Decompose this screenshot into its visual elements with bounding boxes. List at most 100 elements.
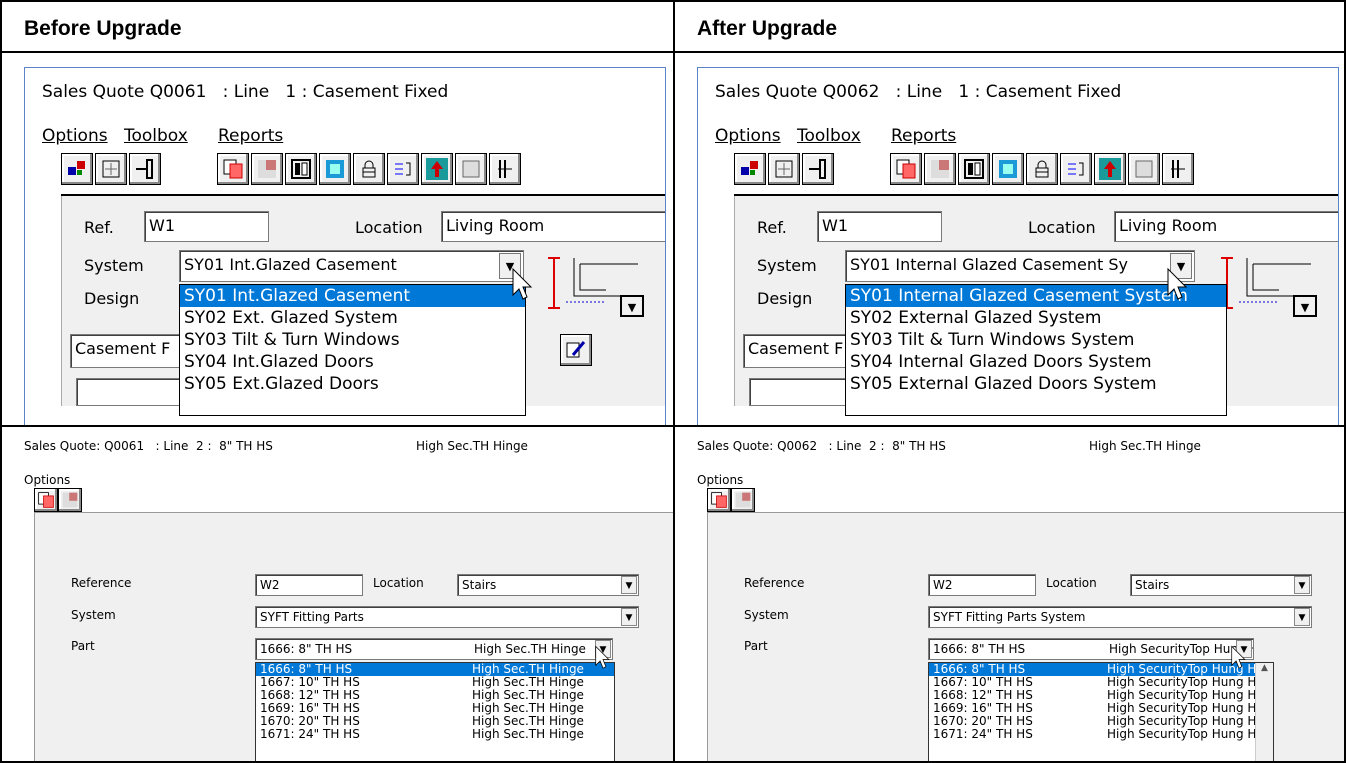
window-title: Sales Quote: Q0062 : Line 2 : 8" TH HS [697,439,946,453]
design-dropdown-button[interactable]: ▼ [1293,295,1317,317]
mullion-button[interactable] [129,153,161,185]
add-button[interactable] [34,488,58,512]
list-item[interactable]: SY05 Ext.Glazed Doors [180,373,525,395]
part-dropdown-list[interactable]: 1666: 8" TH HS High Sec.TH Hinge 1667: 10… [255,662,615,761]
menu-reports[interactable]: Reports [891,126,956,146]
pattern-icon [258,160,276,178]
list-item[interactable]: SY04 Int.Glazed Doors [180,351,525,373]
texture-button[interactable] [1128,153,1160,185]
frame-button[interactable] [95,153,127,185]
chevron-down-icon[interactable]: ▼ [621,576,637,594]
menu-reports[interactable]: Reports [218,126,283,146]
design-name-field[interactable]: Casement F [70,334,190,368]
window-title: Sales Quote: Q0061 : Line 2 : 8" TH HS [24,439,273,453]
menu-options[interactable]: Options [42,126,108,146]
list-item[interactable]: SY05 External Glazed Doors System [846,373,1226,395]
lock-icon [362,160,376,178]
mouse-cursor-icon [512,268,533,300]
copy-line-button[interactable] [61,153,93,185]
reference-label: Reference [71,576,132,590]
frame-button[interactable] [768,153,800,185]
lock-button[interactable] [353,153,385,185]
comparison-table: Before Upgrade After Upgrade Sales Quote… [0,0,1346,763]
tree-button[interactable] [421,153,453,185]
list-item[interactable]: SY02 Ext. Glazed System [180,307,525,329]
frame-icon [102,160,120,178]
pattern-icon [62,492,78,508]
list-item[interactable]: SY01 Int.Glazed Casement [180,285,525,307]
copy-line-button[interactable] [734,153,766,185]
texture-icon [1135,160,1153,178]
bars-button[interactable] [1162,153,1194,185]
list-item[interactable]: SY02 External Glazed System [846,307,1226,329]
lock-button[interactable] [1026,153,1058,185]
bars-button[interactable] [489,153,521,185]
pattern-icon [931,160,949,178]
system-dropdown-list[interactable]: SY01 Int.Glazed Casement SY02 Ext. Glaze… [179,284,526,416]
add-button[interactable] [890,153,922,185]
list-button[interactable] [1060,153,1092,185]
chevron-down-icon[interactable]: ▼ [1294,576,1310,594]
extra-field[interactable] [76,378,181,406]
list-icon [1068,162,1084,176]
pattern-button[interactable] [924,153,956,185]
cell-top-before: Sales Quote Q0061 : Line 1 : Casement Fi… [0,51,675,427]
system-select[interactable]: SYFT Fitting Parts System ▼ [928,606,1312,628]
chevron-down-icon[interactable]: ▼ [1294,608,1310,626]
pattern-button[interactable] [58,488,82,512]
design-dropdown-button[interactable]: ▼ [620,295,644,317]
window-title-description: High Sec.TH Hinge [1089,439,1201,453]
glazing-icon [964,159,984,179]
pattern-button[interactable] [251,153,283,185]
menu-options[interactable]: Options [697,473,743,487]
location-select[interactable]: Living Room [441,211,665,242]
system-select[interactable]: SYFT Fitting Parts ▼ [255,606,639,628]
pattern-button[interactable] [731,488,755,512]
glass-button[interactable] [319,153,351,185]
bars-icon [1171,160,1185,178]
system-select[interactable]: SY01 Int.Glazed Casement ▼ [179,250,524,282]
header-after: After Upgrade [673,0,1346,53]
system-label: System [71,608,116,622]
menu-options[interactable]: Options [715,126,781,146]
menu-options[interactable]: Options [24,473,70,487]
ref-label: Ref. [757,218,787,237]
glazing-button[interactable] [958,153,990,185]
reference-input[interactable]: W2 [928,574,1036,596]
details-panel: Ref. W1 Location Living Room System SY01… [61,196,665,416]
glass-button[interactable] [992,153,1024,185]
add-button[interactable] [217,153,249,185]
mullion-button[interactable] [802,153,834,185]
chevron-down-icon[interactable]: ▼ [621,608,637,626]
list-item[interactable]: SY04 Internal Glazed Doors System [846,351,1226,373]
add-button[interactable] [707,488,731,512]
list-item[interactable]: 1671: 24" TH HS High Sec.TH Hinge [256,728,614,741]
ref-input[interactable]: W1 [144,211,269,242]
system-dropdown-list[interactable]: SY01 Internal Glazed Casement System SY0… [845,284,1227,416]
edit-design-button[interactable] [560,334,592,366]
scrollbar[interactable]: ▲ [1255,663,1273,761]
copy-icon [68,161,85,175]
part-dropdown-list[interactable]: 1666: 8" TH HS High SecurityTop Hung Hing… [928,662,1274,761]
system-select[interactable]: SY01 Internal Glazed Casement Sy ▼ [845,250,1195,282]
system-label: System [84,256,144,275]
list-item[interactable]: SY03 Tilt & Turn Windows System [846,329,1226,351]
location-select[interactable]: Stairs ▼ [457,574,639,596]
chevron-up-icon[interactable]: ▲ [1261,663,1268,673]
add-page-icon [711,492,727,508]
texture-button[interactable] [455,153,487,185]
ref-input[interactable]: W1 [817,211,942,242]
location-select[interactable]: Stairs ▼ [1130,574,1312,596]
reference-input[interactable]: W2 [255,574,363,596]
part-select[interactable]: 1666: 8" TH HS High Sec.TH Hinge ▼ [255,638,613,660]
part-select[interactable]: 1666: 8" TH HS High SecurityTop Hung H ▼ [928,638,1254,660]
location-select[interactable]: Living Room [1114,211,1338,242]
list-item[interactable]: 1671: 24" TH HS High SecurityTop Hung Hin… [929,728,1273,741]
mouse-cursor-icon [1167,268,1188,300]
reference-label: Reference [744,576,805,590]
list-item[interactable]: SY03 Tilt & Turn Windows [180,329,525,351]
glazing-button[interactable] [285,153,317,185]
tree-button[interactable] [1094,153,1126,185]
list-button[interactable] [387,153,419,185]
extra-field[interactable] [749,378,854,406]
